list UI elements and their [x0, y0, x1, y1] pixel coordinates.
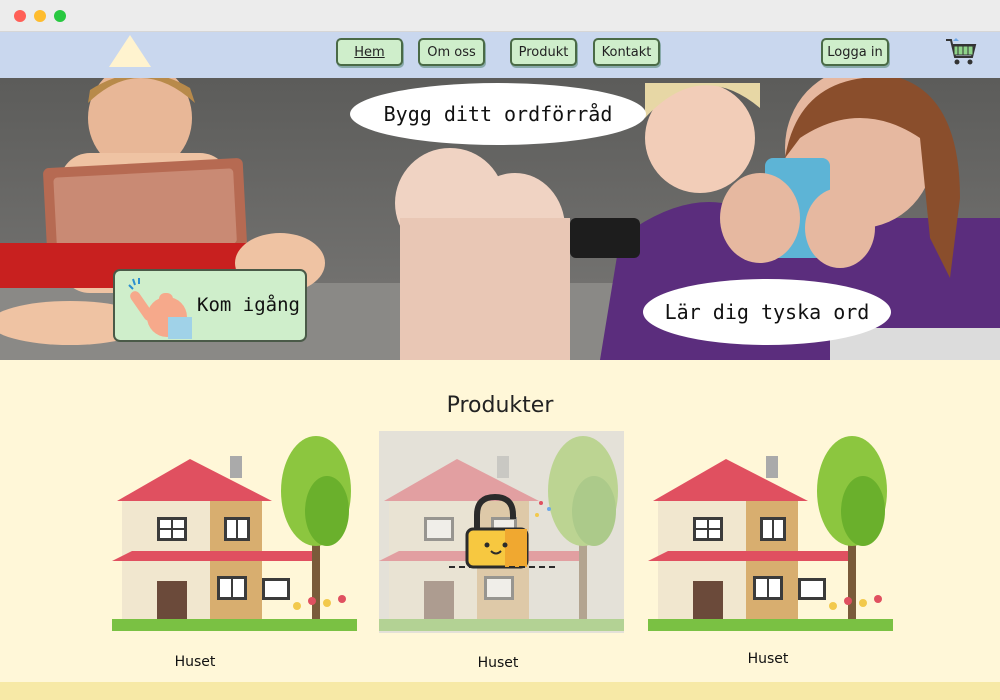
house-illustration: [648, 436, 893, 631]
product-card-huset-locked[interactable]: [379, 431, 624, 633]
products-heading: Produkter: [446, 393, 554, 418]
get-started-button[interactable]: Kom igång: [113, 269, 307, 342]
login-button[interactable]: Logga in: [821, 38, 889, 66]
product-caption-3: Huset: [747, 651, 789, 667]
nav-contact-button[interactable]: Kontakt: [593, 38, 660, 66]
nav-home-button[interactable]: Hem: [336, 38, 403, 66]
hero-bubble-build-vocabulary: Bygg ditt ordförråd: [350, 83, 646, 145]
close-window-icon[interactable]: [14, 10, 26, 22]
footer-bar: [0, 682, 1000, 700]
product-caption-2: Huset: [477, 655, 519, 671]
logo-triangle-icon[interactable]: [109, 35, 151, 67]
pointing-hand-icon: [128, 278, 192, 339]
product-card-huset-3[interactable]: [648, 431, 893, 633]
get-started-label: Kom igång: [197, 294, 300, 316]
padlock-icon: [449, 493, 559, 569]
nav-about-button[interactable]: Om oss: [418, 38, 485, 66]
maximize-window-icon[interactable]: [54, 10, 66, 22]
house-illustration: [112, 436, 357, 631]
hero-bubble-learn-german: Lär dig tyska ord: [643, 279, 891, 345]
minimize-window-icon[interactable]: [34, 10, 46, 22]
cart-icon[interactable]: [944, 35, 978, 69]
browser-chrome: [0, 0, 1000, 32]
nav-product-button[interactable]: Produkt: [510, 38, 577, 66]
product-caption-1: Huset: [174, 654, 216, 670]
product-card-huset-1[interactable]: [112, 431, 357, 633]
